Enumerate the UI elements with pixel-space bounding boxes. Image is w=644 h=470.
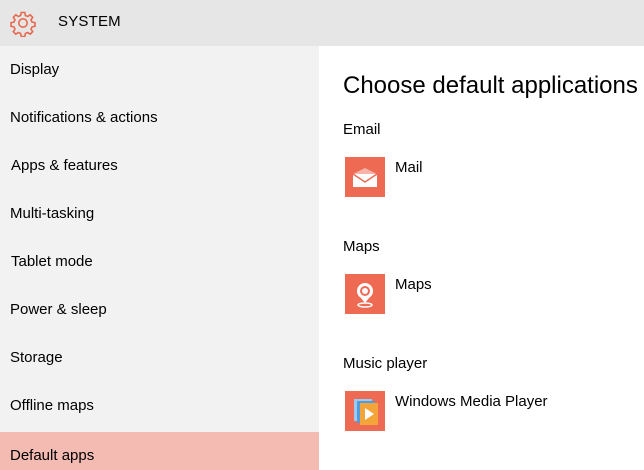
sidebar: Display Notifications & actions Apps & f… [0,46,319,470]
default-app-email[interactable]: Mail [343,157,633,201]
media-player-icon [345,391,385,431]
section-label-music-player: Music player [343,355,428,372]
sidebar-item-display[interactable]: Display [0,48,319,94]
sidebar-item-label: Default apps [10,447,95,464]
sidebar-item-label: Tablet mode [11,253,93,270]
sidebar-item-storage[interactable]: Storage [0,336,319,382]
section-label-email: Email [343,121,381,138]
sidebar-item-tablet-mode[interactable]: Tablet mode [0,240,319,286]
sidebar-item-apps-features[interactable]: Apps & features [0,144,319,190]
default-app-maps[interactable]: Maps [343,274,633,318]
sidebar-item-label: Storage [10,349,63,366]
sidebar-item-label: Power & sleep [10,301,107,318]
page-title: Choose default applications [343,72,638,99]
sidebar-item-multitasking[interactable]: Multi-tasking [0,192,319,238]
app-name: Mail [395,159,423,176]
main-content: Choose default applications Email Mail M… [319,46,644,470]
sidebar-item-label: Notifications & actions [10,109,158,126]
maps-icon [345,274,385,314]
sidebar-item-label: Apps & features [11,157,118,174]
page-header-title: SYSTEM [58,13,121,30]
default-app-music-player[interactable]: Windows Media Player [343,391,633,435]
sidebar-item-label: Display [10,61,60,78]
sidebar-item-power-sleep[interactable]: Power & sleep [0,288,319,334]
sidebar-item-label: Offline maps [10,397,94,414]
header-bar: SYSTEM [0,0,644,46]
mail-icon [345,157,385,197]
gear-icon [10,11,36,37]
settings-window: SYSTEM Display Notifications & actions A… [0,0,644,470]
app-name: Windows Media Player [395,393,548,410]
sidebar-item-label: Multi-tasking [10,205,95,222]
sidebar-item-offline-maps[interactable]: Offline maps [0,384,319,430]
sidebar-item-notifications[interactable]: Notifications & actions [0,96,319,142]
section-label-maps: Maps [343,238,380,255]
sidebar-item-default-apps[interactable]: Default apps [0,432,319,470]
app-name: Maps [395,276,432,293]
